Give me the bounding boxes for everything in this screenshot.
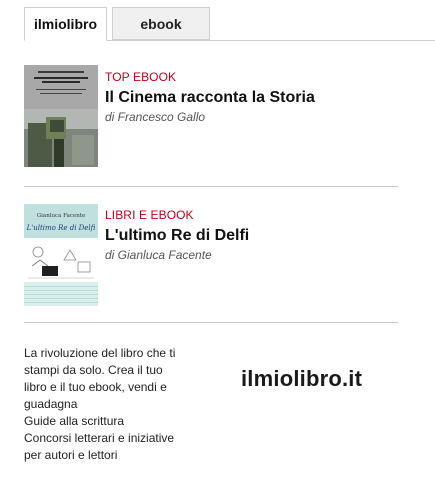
- tab-bar: ilmiolibro ebook: [24, 7, 435, 41]
- book-category: TOP EBOOK: [105, 70, 177, 84]
- book-title[interactable]: Il Cinema racconta la Storia: [105, 88, 315, 107]
- ilmiolibro-logo[interactable]: ilmiolibro.it: [241, 366, 362, 392]
- concorsi-link-continued[interactable]: per autori e lettori: [24, 447, 224, 464]
- book-title[interactable]: L'ultimo Re di Delfi: [105, 226, 249, 245]
- book-item: Gianluca Facente L'ultimo Re di Delfi LI…: [24, 188, 398, 322]
- book-author: di Gianluca Facente: [105, 248, 212, 262]
- book-cover-image[interactable]: [24, 65, 98, 167]
- promo-line: stampi da solo. Crea il tuo: [24, 363, 163, 377]
- cover-author-text: Gianluca Facente: [37, 213, 85, 219]
- book-meta: LIBRI E EBOOK L'ultimo Re di Delfi di Gi…: [105, 208, 249, 263]
- tab-ebook[interactable]: ebook: [112, 7, 210, 40]
- cover-title-text: L'ultimo Re di Delfi: [26, 224, 96, 232]
- tab-ilmiolibro[interactable]: ilmiolibro: [24, 7, 107, 41]
- divider: [24, 322, 398, 323]
- book-item: TOP EBOOK Il Cinema racconta la Storia d…: [24, 48, 398, 185]
- promo-text: La rivoluzione del libro che ti stampi d…: [24, 345, 224, 464]
- divider: [24, 186, 398, 187]
- promo-line: La rivoluzione del libro che ti: [24, 346, 176, 360]
- concorsi-link[interactable]: Concorsi letterari e iniziative: [24, 430, 224, 447]
- book-meta: TOP EBOOK Il Cinema racconta la Storia d…: [105, 70, 315, 125]
- guide-scrittura-link[interactable]: Guide alla scrittura: [24, 413, 224, 430]
- promo-line: libro e il tuo ebook, vendi e: [24, 380, 167, 394]
- book-category: LIBRI E EBOOK: [105, 208, 194, 222]
- book-cover-image[interactable]: Gianluca Facente L'ultimo Re di Delfi: [24, 204, 98, 306]
- promo-line: guadagna: [24, 397, 78, 411]
- book-author: di Francesco Gallo: [105, 110, 206, 124]
